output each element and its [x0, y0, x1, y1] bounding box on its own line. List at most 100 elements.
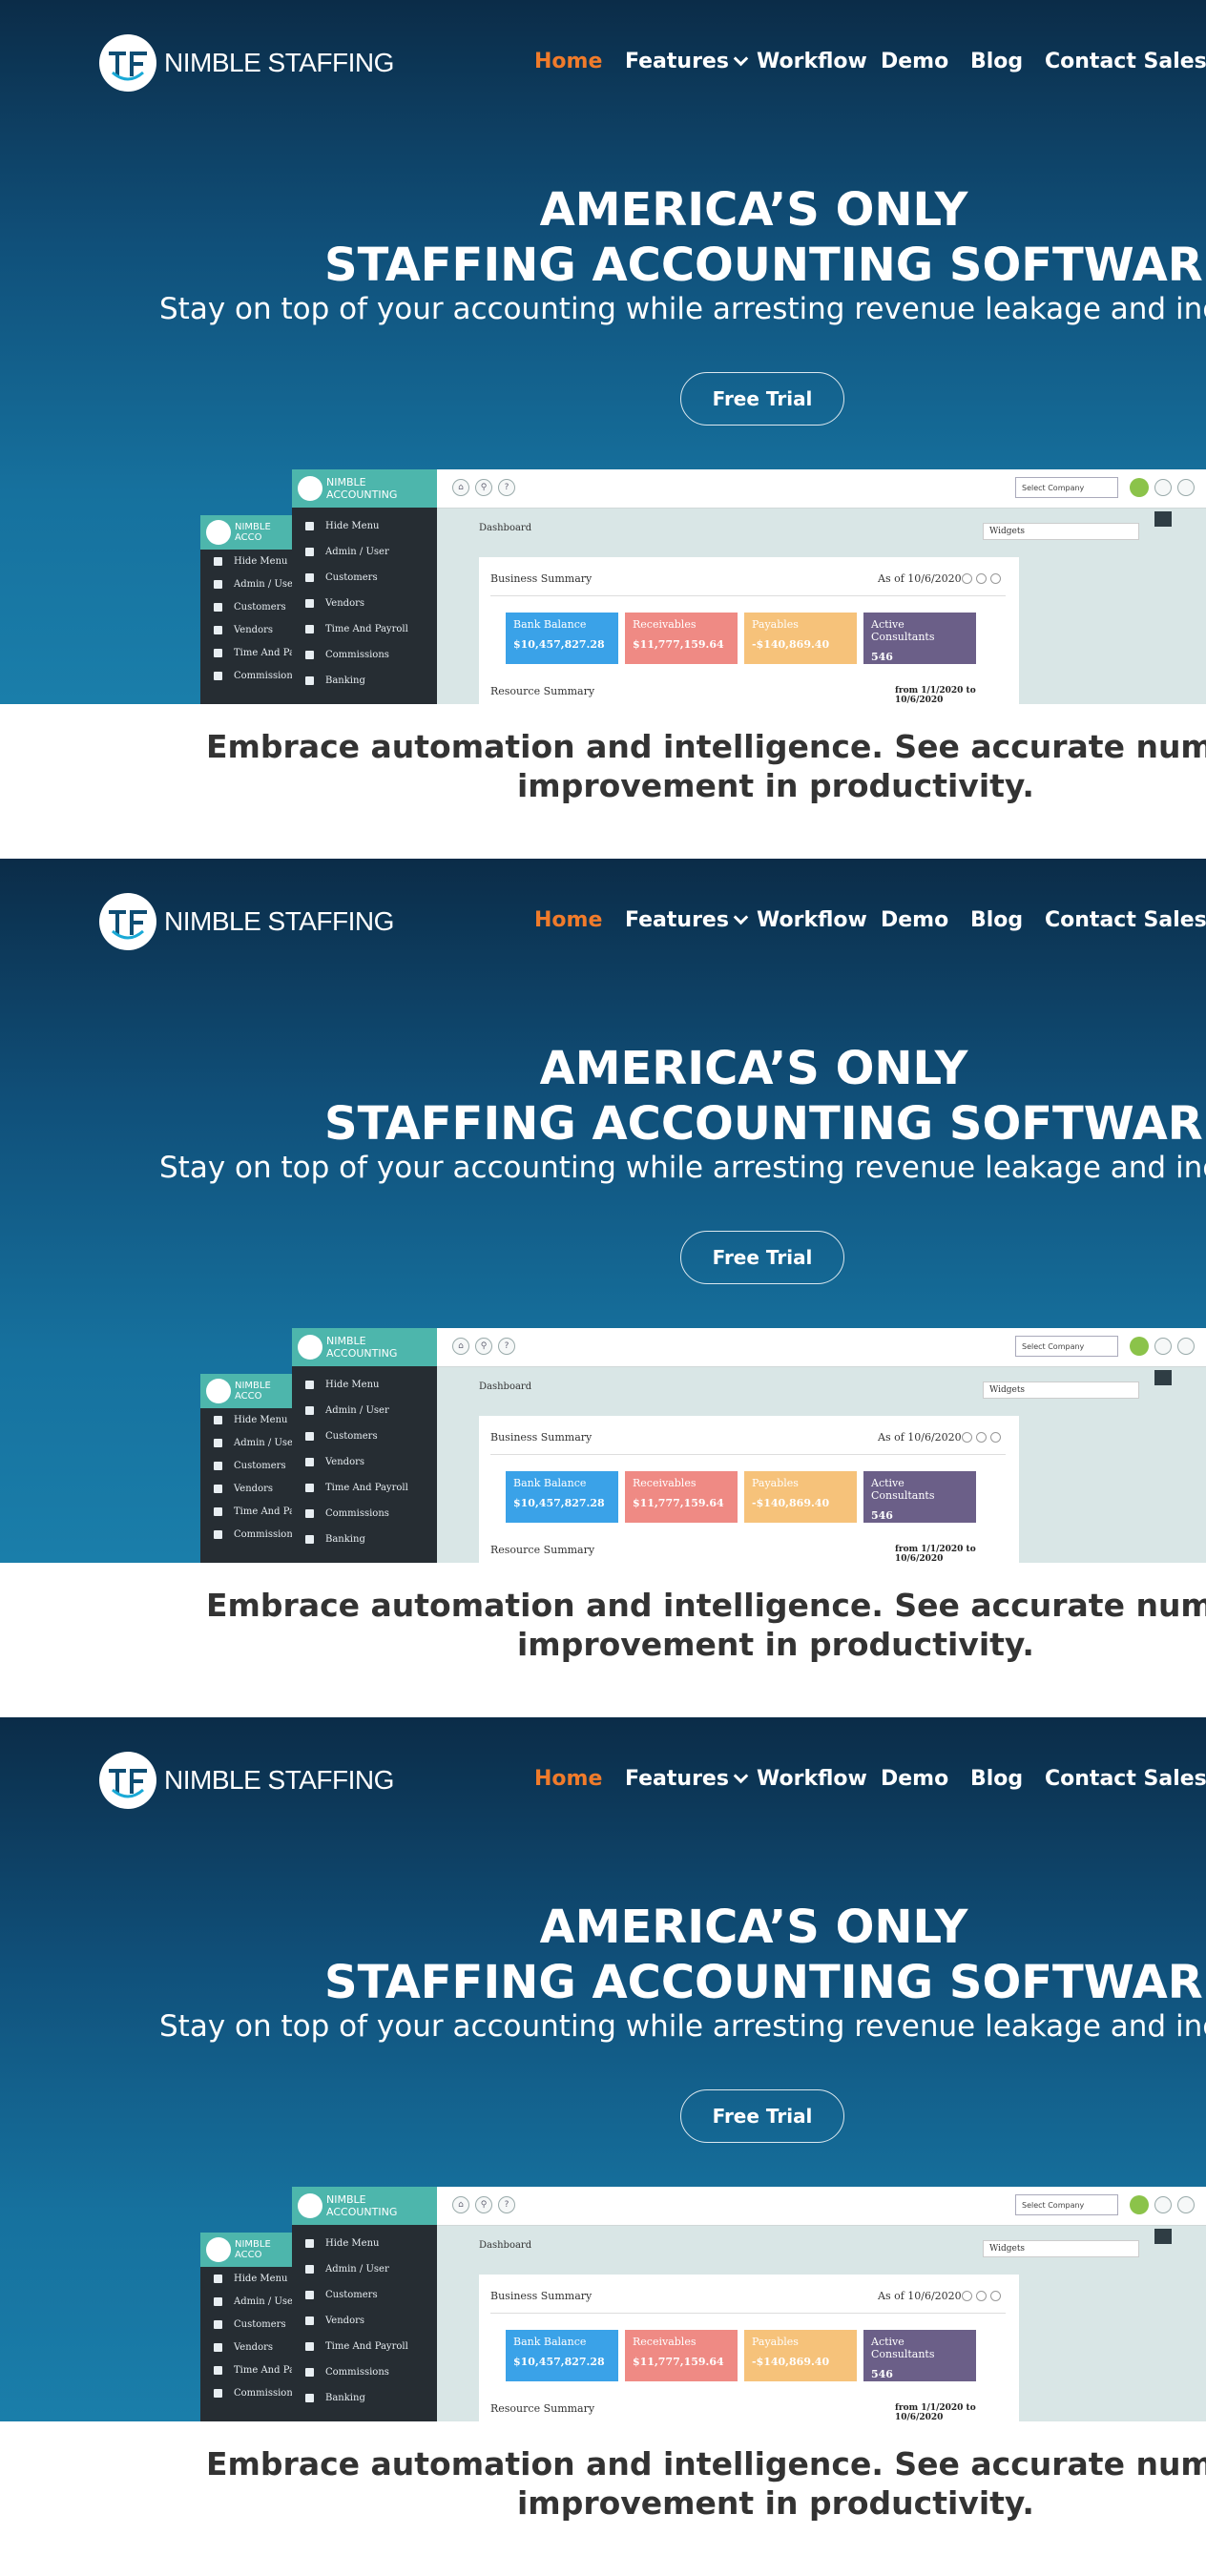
app-sidebar-item-label: Vendors [325, 2316, 364, 2326]
brand-logo[interactable]: NIMBLE STAFFING [99, 1752, 394, 1809]
tile-receivables[interactable]: Receivables $11,777,159.64 [625, 2330, 738, 2381]
app-sidebar-item[interactable]: Customers [292, 2282, 437, 2308]
avatar[interactable] [1130, 478, 1149, 497]
tile-label: Active Consultants [871, 2336, 935, 2360]
refresh-icon[interactable] [962, 573, 972, 584]
app-sidebar-item[interactable]: Hide Menu [292, 2231, 437, 2256]
user-icon[interactable] [1177, 1338, 1195, 1355]
nav-home[interactable]: Home [534, 50, 602, 73]
monitor-icon[interactable] [976, 2291, 987, 2301]
app-sidebar-item[interactable]: Customers [292, 565, 437, 591]
home-icon[interactable]: ⌂ [452, 1338, 469, 1355]
select-company-dropdown[interactable]: Select Company [1015, 1336, 1118, 1357]
brand-logo[interactable]: NIMBLE STAFFING [99, 893, 394, 950]
monitor-icon[interactable] [976, 573, 987, 584]
back-sidebar: NIMBLE ACCO Hide Menu Admin / User Custo… [200, 2233, 310, 2421]
settings-icon[interactable] [990, 1432, 1001, 1443]
app-sidebar-item[interactable]: Vendors [292, 1449, 437, 1475]
refresh-icon[interactable] [962, 2291, 972, 2301]
nav-contact-sales[interactable]: Contact Sales [1045, 908, 1206, 932]
app-sidebar-item[interactable]: Admin / User [292, 1398, 437, 1423]
app-sidebar-item[interactable]: Time And Payroll [292, 616, 437, 642]
app-sidebar-item[interactable]: Commissions [292, 1501, 437, 1527]
app-sidebar-item[interactable]: Hide Menu [292, 513, 437, 539]
widgets-field[interactable]: Widgets [983, 1381, 1139, 1399]
nav-home[interactable]: Home [534, 908, 602, 932]
free-trial-button[interactable]: Free Trial [680, 1231, 844, 1284]
search-icon[interactable]: ⚲ [475, 1338, 492, 1355]
app-sidebar-item[interactable]: Commissions [292, 642, 437, 668]
nav-workflow[interactable]: Workflow [757, 1767, 867, 1791]
nav-blog[interactable]: Blog [970, 908, 1023, 932]
nav-blog[interactable]: Blog [970, 1767, 1023, 1791]
nav-demo[interactable]: Demo [881, 1767, 948, 1791]
tile-payables[interactable]: Payables -$140,869.40 [744, 2330, 857, 2381]
free-trial-button[interactable]: Free Trial [680, 372, 844, 426]
nav-demo[interactable]: Demo [881, 908, 948, 932]
tile-receivables[interactable]: Receivables $11,777,159.64 [625, 613, 738, 664]
home-icon[interactable]: ⌂ [452, 479, 469, 496]
app-sidebar-item-label: Hide Menu [325, 2238, 380, 2249]
app-sidebar-item[interactable]: Time And Payroll [292, 1475, 437, 1501]
tile-bank-balance[interactable]: Bank Balance $10,457,827.28 [506, 1471, 618, 1523]
help-icon[interactable]: ? [498, 1338, 515, 1355]
app-sidebar-item[interactable]: Banking [292, 1527, 437, 1552]
nav-contact-sales[interactable]: Contact Sales [1045, 1767, 1206, 1791]
commissions-icon [305, 2368, 314, 2377]
collapse-icon[interactable] [1154, 511, 1172, 527]
widgets-field[interactable]: Widgets [983, 2240, 1139, 2257]
search-icon[interactable]: ⚲ [475, 2196, 492, 2213]
nav-features[interactable]: Features [625, 1767, 749, 1791]
monitor-icon[interactable] [976, 1432, 987, 1443]
collapse-icon[interactable] [1154, 2229, 1172, 2244]
nav-features[interactable]: Features [625, 50, 749, 73]
collapse-icon[interactable] [1154, 1370, 1172, 1385]
nav-workflow[interactable]: Workflow [757, 50, 867, 73]
search-icon[interactable]: ⚲ [475, 479, 492, 496]
monitor-icon[interactable] [1154, 479, 1172, 496]
monitor-icon[interactable] [1154, 1338, 1172, 1355]
tile-receivables[interactable]: Receivables $11,777,159.64 [625, 1471, 738, 1523]
tile-label: Receivables [633, 2336, 697, 2348]
avatar[interactable] [1130, 1337, 1149, 1356]
tile-active-consultants[interactable]: Active Consultants 546 [863, 2330, 976, 2381]
help-icon[interactable]: ? [498, 2196, 515, 2213]
widgets-field[interactable]: Widgets [983, 523, 1139, 540]
settings-icon[interactable] [990, 2291, 1001, 2301]
tile-payables[interactable]: Payables -$140,869.40 [744, 1471, 857, 1523]
user-icon[interactable] [1177, 479, 1195, 496]
app-sidebar-item[interactable]: Vendors [292, 2308, 437, 2334]
nav-workflow[interactable]: Workflow [757, 908, 867, 932]
brand-logo[interactable]: NIMBLE STAFFING [99, 34, 394, 92]
refresh-icon[interactable] [962, 1432, 972, 1443]
app-sidebar-item[interactable]: Banking [292, 2385, 437, 2411]
app-sidebar-item[interactable]: Customers [292, 1423, 437, 1449]
app-sidebar-item[interactable]: Banking [292, 668, 437, 694]
home-icon[interactable]: ⌂ [452, 2196, 469, 2213]
app-sidebar-item[interactable]: Admin / User [292, 2256, 437, 2282]
tile-payables[interactable]: Payables -$140,869.40 [744, 613, 857, 664]
user-icon[interactable] [1177, 2196, 1195, 2213]
nav-home[interactable]: Home [534, 1767, 602, 1791]
app-sidebar-item[interactable]: Admin / User [292, 539, 437, 565]
select-company-dropdown[interactable]: Select Company [1015, 477, 1118, 498]
tile-active-consultants[interactable]: Active Consultants 546 [863, 613, 976, 664]
free-trial-button[interactable]: Free Trial [680, 2089, 844, 2143]
settings-icon[interactable] [990, 573, 1001, 584]
avatar[interactable] [1130, 2195, 1149, 2214]
app-sidebar-item[interactable]: Commissions [292, 2359, 437, 2385]
tile-active-consultants[interactable]: Active Consultants 546 [863, 1471, 976, 1523]
nav-contact-sales[interactable]: Contact Sales [1045, 50, 1206, 73]
nav-blog[interactable]: Blog [970, 50, 1023, 73]
app-sidebar-item[interactable]: Hide Menu [292, 1372, 437, 1398]
app-sidebar-item[interactable]: Time And Payroll [292, 2334, 437, 2359]
back-sidebar-item: Time And Payro [200, 641, 310, 664]
nav-features[interactable]: Features [625, 908, 749, 932]
tile-bank-balance[interactable]: Bank Balance $10,457,827.28 [506, 613, 618, 664]
app-sidebar-item[interactable]: Vendors [292, 591, 437, 616]
tile-bank-balance[interactable]: Bank Balance $10,457,827.28 [506, 2330, 618, 2381]
help-icon[interactable]: ? [498, 479, 515, 496]
select-company-dropdown[interactable]: Select Company [1015, 2194, 1118, 2215]
nav-demo[interactable]: Demo [881, 50, 948, 73]
monitor-icon[interactable] [1154, 2196, 1172, 2213]
